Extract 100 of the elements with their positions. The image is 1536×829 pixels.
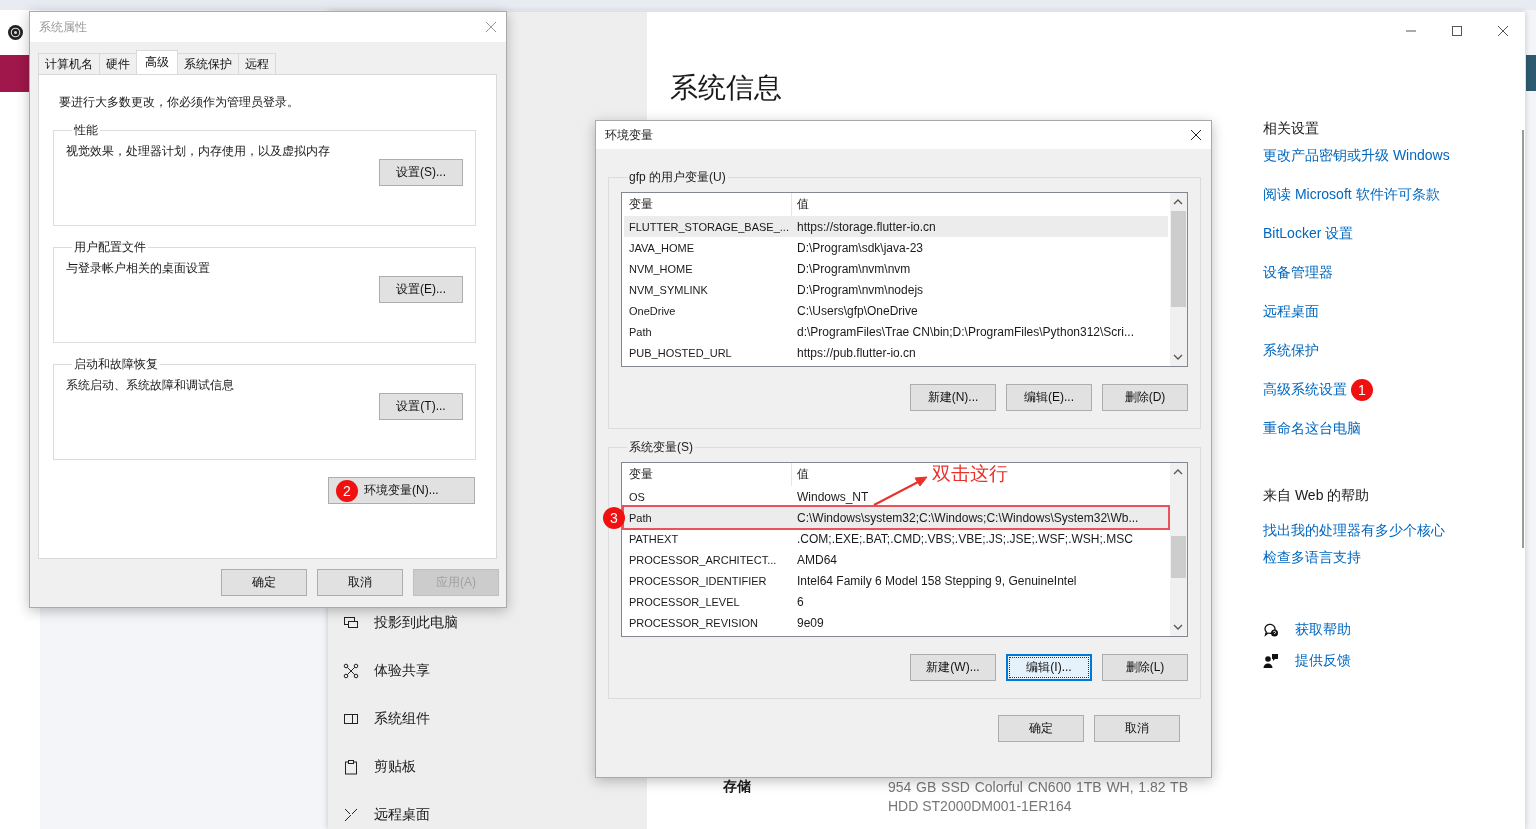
monitor-icon — [343, 615, 359, 631]
maximize-icon[interactable] — [1451, 25, 1463, 37]
table-row[interactable]: OneDrive C:\Users\gfp\OneDrive — [624, 300, 1168, 321]
settings-link[interactable]: 高级系统设置 — [1263, 381, 1347, 399]
variable-name: PATHEXT — [628, 532, 680, 545]
feedback-icon — [1263, 653, 1279, 669]
nav-item[interactable]: 远程桌面 — [328, 791, 647, 829]
variable-value: Windows_NT — [796, 489, 869, 504]
dialog-button[interactable]: 确定 — [998, 715, 1084, 742]
step-badge: 3 — [603, 507, 625, 529]
scrollbar-thumb[interactable] — [1171, 211, 1186, 307]
section-title: 来自 Web 的帮助 — [1263, 486, 1370, 505]
group-title: 系统变量(S) — [628, 439, 694, 456]
scrollbar-thumb[interactable] — [1171, 536, 1186, 578]
notice-text: 要进行大多数更改，你必须作为管理员登录。 — [58, 94, 300, 110]
column-header[interactable]: 值 — [792, 463, 809, 486]
table-row[interactable]: OS Windows_NT — [624, 486, 1168, 507]
table-row[interactable]: NVM_HOME D:\Program\nvm\nvm — [624, 258, 1168, 279]
variable-name: PROCESSOR_ARCHITECT... — [628, 553, 778, 566]
table-row[interactable]: PROCESSOR_LEVEL 6 — [624, 591, 1168, 612]
scrollbar[interactable] — [1170, 193, 1187, 366]
table-row[interactable]: PROCESSOR_REVISION 9e09 — [624, 612, 1168, 633]
scrollbar[interactable] — [1522, 130, 1524, 548]
group-description: 视觉效果，处理器计划，内存使用，以及虚拟内存 — [66, 143, 331, 159]
dialog-button[interactable]: 取消 — [317, 569, 403, 596]
variable-name: JAVA_HOME — [628, 241, 695, 254]
tab[interactable]: 远程 — [238, 53, 276, 74]
dialog-button[interactable]: 新建(N)... — [910, 384, 996, 411]
window-title: 系统属性 — [39, 18, 87, 36]
variable-value: d:\ProgramFiles\Trae CN\bin;D:\ProgramFiles\Python312\Scri... — [796, 324, 1134, 339]
step-badge: 1 — [1351, 379, 1373, 401]
settings-link[interactable]: 阅读 Microsoft 软件许可条款 — [1263, 186, 1440, 204]
settings-link[interactable]: 更改产品密钥或升级 Windows — [1263, 147, 1450, 165]
table-row[interactable]: Path C:\Windows\system32;C:\Windows;C:\Windows\System32\Wb... — [624, 507, 1168, 528]
tab[interactable]: 计算机名 — [38, 53, 100, 74]
group-description: 系统启动、系统故障和调试信息 — [66, 377, 235, 393]
variable-value: https://pub.flutter-io.cn — [796, 345, 916, 360]
settings-link[interactable]: BitLocker 设置 — [1263, 225, 1354, 243]
support-link[interactable]: 获取帮助 — [1295, 621, 1351, 639]
nav-item[interactable]: 体验共享 — [328, 647, 647, 695]
settings-link[interactable]: 重命名这台电脑 — [1263, 420, 1361, 438]
variable-name: PROCESSOR_LEVEL — [628, 595, 741, 608]
clipboard-icon — [343, 759, 359, 775]
settings-button[interactable]: 设置(T)... — [379, 393, 463, 420]
dialog-button[interactable]: 编辑(I)... — [1006, 654, 1092, 681]
group-description: 与登录帐户相关的桌面设置 — [66, 260, 211, 276]
table-row[interactable]: PATHEXT .COM;.EXE;.BAT;.CMD;.VBS;.VBE;.JS;.JSE;.WSF;.WSH;.MSC — [624, 528, 1168, 549]
dialog-button[interactable]: 新建(W)... — [910, 654, 996, 681]
help-link[interactable]: 检查多语言支持 — [1263, 547, 1361, 567]
variable-name: OneDrive — [628, 304, 677, 317]
scroll-down-icon[interactable] — [1173, 624, 1183, 630]
dialog-button[interactable]: 确定 — [221, 569, 307, 596]
support-link[interactable]: 提供反馈 — [1295, 652, 1351, 670]
variable-value: D:\Program\nvm\nvm — [796, 261, 911, 276]
variable-value: 6 — [796, 594, 804, 609]
group-title: 性能 — [73, 122, 99, 139]
table-row[interactable]: PROCESSOR_IDENTIFIER Intel64 Family 6 Model 158 Stepping 9, GenuineIntel — [624, 570, 1168, 591]
column-header[interactable]: 值 — [792, 193, 809, 216]
page-title: 系统信息 — [670, 71, 783, 105]
nav-item[interactable]: 系统组件 — [328, 695, 647, 743]
dialog-button[interactable]: 删除(D) — [1102, 384, 1188, 411]
settings-link[interactable]: 远程桌面 — [1263, 303, 1319, 321]
app-icon[interactable] — [8, 25, 23, 40]
scroll-up-icon[interactable] — [1173, 199, 1183, 205]
table-row[interactable]: Path d:\ProgramFiles\Trae CN\bin;D:\ProgramFiles\Python312\Scri... — [624, 321, 1168, 342]
help-chat-icon — [1263, 622, 1279, 638]
variable-name: PROCESSOR_REVISION — [628, 616, 759, 629]
scroll-up-icon[interactable] — [1173, 469, 1183, 475]
table-row[interactable]: PROCESSOR_ARCHITECT... AMD64 — [624, 549, 1168, 570]
share-icon — [343, 663, 359, 679]
table-row[interactable]: JAVA_HOME D:\Program\sdk\java-23 — [624, 237, 1168, 258]
remote-icon — [343, 807, 359, 823]
variable-name: PROCESSOR_IDENTIFIER — [628, 574, 768, 587]
settings-link[interactable]: 设备管理器 — [1263, 264, 1333, 282]
section-title: 相关设置 — [1263, 119, 1319, 138]
table-row[interactable]: NVM_SYMLINK D:\Program\nvm\nodejs — [624, 279, 1168, 300]
column-header[interactable]: 变量 — [624, 463, 792, 486]
close-icon[interactable] — [1190, 129, 1202, 141]
help-link[interactable]: 找出我的处理器有多少个核心 — [1263, 520, 1445, 540]
dialog-button[interactable]: 编辑(E)... — [1006, 384, 1092, 411]
dialog-button[interactable]: 删除(L) — [1102, 654, 1188, 681]
scroll-down-icon[interactable] — [1173, 354, 1183, 360]
table-row[interactable]: PUB_HOSTED_URL https://pub.flutter-io.cn — [624, 342, 1168, 363]
settings-button[interactable]: 设置(S)... — [379, 159, 463, 186]
settings-link[interactable]: 系统保护 — [1263, 342, 1319, 360]
scrollbar[interactable] — [1170, 463, 1187, 636]
variable-name: NVM_HOME — [628, 262, 694, 275]
group-title: gfp 的用户变量(U) — [628, 169, 727, 186]
settings-button[interactable]: 设置(E)... — [379, 276, 463, 303]
variable-value: C:\Windows\system32;C:\Windows;C:\Windows\System32\Wb... — [796, 510, 1139, 525]
nav-item[interactable]: 剪贴板 — [328, 743, 647, 791]
group-title: 启动和故障恢复 — [73, 356, 159, 373]
close-icon[interactable] — [1497, 25, 1509, 37]
dialog-button[interactable]: 取消 — [1094, 715, 1180, 742]
variable-value: Intel64 Family 6 Model 158 Stepping 9, GenuineIntel — [796, 573, 1077, 588]
panel-icon — [343, 711, 359, 727]
tab[interactable]: 高级 — [136, 50, 178, 74]
window-edge — [1526, 55, 1536, 91]
variable-value: D:\Program\nvm\nodejs — [796, 282, 924, 297]
table-row[interactable]: FLUTTER_STORAGE_BASE_... https://storage.flutter-io.cn — [624, 216, 1168, 237]
